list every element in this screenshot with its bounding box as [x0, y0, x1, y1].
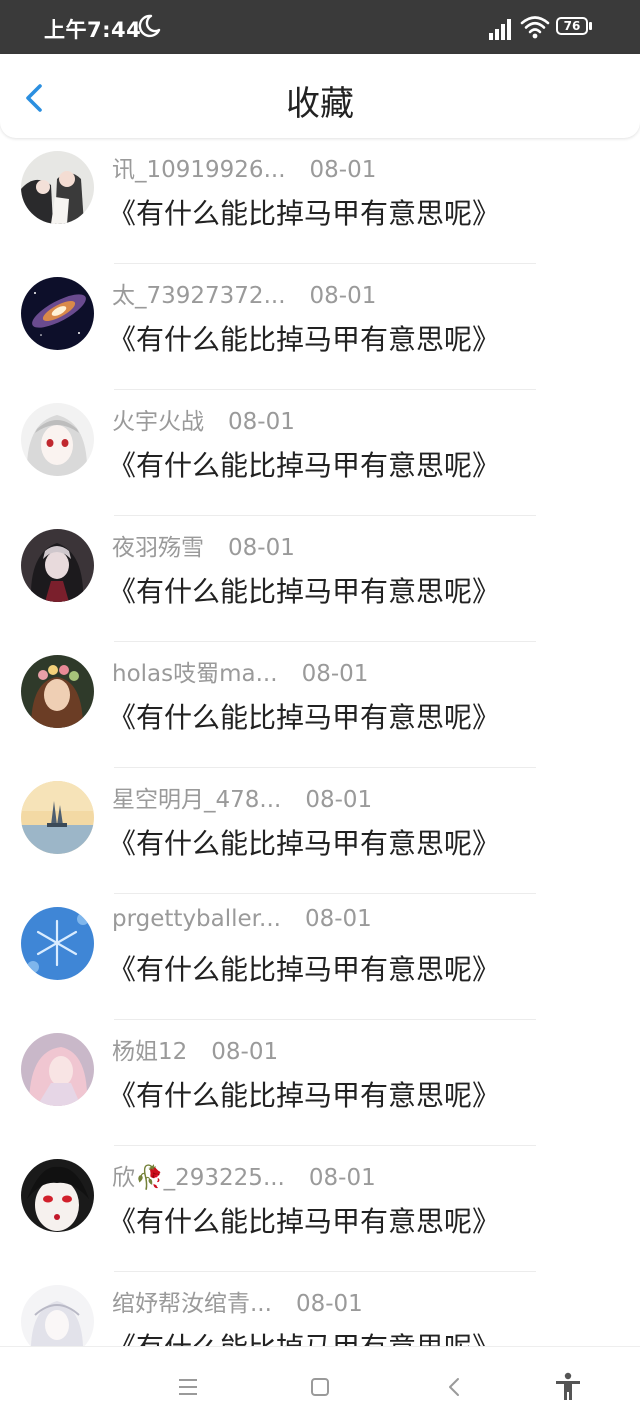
- item-date: 08-01: [308, 1165, 376, 1191]
- page-title: 收藏: [286, 84, 354, 124]
- list-item[interactable]: holas吱蜀ma... 08-01 《有什么能比掉马甲有意思呢》: [0, 642, 640, 768]
- item-meta: 夜羽殇雪 08-01: [112, 528, 295, 561]
- avatar[interactable]: [21, 1033, 94, 1106]
- list-item[interactable]: 太_73927372... 08-01 《有什么能比掉马甲有意思呢》: [0, 264, 640, 390]
- avatar-snowflake-icon: [21, 907, 94, 980]
- author-name: 讯_10919926...: [112, 157, 286, 183]
- avatar-two-girls-icon: [21, 151, 94, 224]
- item-meta: holas吱蜀ma... 08-01: [112, 654, 369, 687]
- item-title[interactable]: 《有什么能比掉马甲有意思呢》: [108, 1200, 500, 1240]
- item-title[interactable]: 《有什么能比掉马甲有意思呢》: [108, 444, 500, 484]
- moon-icon: [138, 14, 161, 38]
- avatar-anime-white-hair-icon: [21, 403, 94, 476]
- list-item[interactable]: 星空明月_478... 08-01 《有什么能比掉马甲有意思呢》: [0, 768, 640, 894]
- author-name: 星空明月_478...: [112, 787, 282, 813]
- item-meta: 太_73927372... 08-01: [112, 276, 377, 309]
- item-meta: prgettyballer... 08-01: [112, 906, 372, 938]
- avatar[interactable]: [21, 529, 94, 602]
- item-meta: 星空明月_478... 08-01: [112, 780, 373, 813]
- signal-icon: [489, 19, 511, 40]
- avatar[interactable]: [21, 781, 94, 854]
- item-date: 08-01: [295, 1291, 363, 1317]
- avatar-galaxy-icon: [21, 277, 94, 350]
- item-meta: 杨姐12 08-01: [112, 1032, 279, 1065]
- item-date: 08-01: [228, 535, 295, 561]
- back-nav-icon[interactable]: [436, 1369, 472, 1405]
- author-name: 杨姐12: [112, 1039, 188, 1065]
- item-meta: 绾妤帮汝绾青... 08-01: [112, 1284, 363, 1317]
- author-name: holas吱蜀ma...: [112, 661, 278, 687]
- item-title[interactable]: 《有什么能比掉马甲有意思呢》: [108, 570, 500, 610]
- item-title[interactable]: 《有什么能比掉马甲有意思呢》: [108, 192, 500, 232]
- avatar[interactable]: [21, 907, 94, 980]
- avatar-dark-anime-icon: [21, 529, 94, 602]
- item-date: 08-01: [309, 157, 377, 183]
- avatar[interactable]: [21, 655, 94, 728]
- list-item[interactable]: 欣🥀_293225... 08-01 《有什么能比掉马甲有意思呢》: [0, 1146, 640, 1272]
- battery-icon: 76: [556, 16, 592, 38]
- avatar-ship-sunset-icon: [21, 781, 94, 854]
- avatar[interactable]: [21, 277, 94, 350]
- list-item[interactable]: 杨姐12 08-01 《有什么能比掉马甲有意思呢》: [0, 1020, 640, 1146]
- author-name: 火宇火战: [112, 409, 204, 435]
- item-meta: 讯_10919926... 08-01: [112, 150, 377, 183]
- author-name: 欣🥀_293225...: [112, 1165, 285, 1191]
- author-name: prgettyballer...: [112, 906, 281, 932]
- item-date: 08-01: [211, 1039, 279, 1065]
- list-item[interactable]: 夜羽殇雪 08-01 《有什么能比掉马甲有意思呢》: [0, 516, 640, 642]
- accessibility-icon[interactable]: [550, 1369, 586, 1405]
- header: 收藏: [0, 54, 640, 138]
- author-name: 绾妤帮汝绾青...: [112, 1291, 272, 1317]
- avatar[interactable]: [21, 1159, 94, 1232]
- status-time: 上午7:44: [44, 18, 142, 42]
- avatar-flower-crown-icon: [21, 655, 94, 728]
- list-item[interactable]: 火宇火战 08-01 《有什么能比掉马甲有意思呢》: [0, 390, 640, 516]
- author-name: 夜羽殇雪: [112, 535, 204, 561]
- author-name: 太_73927372...: [112, 283, 286, 309]
- item-date: 08-01: [309, 283, 377, 309]
- item-date: 08-01: [228, 409, 295, 435]
- avatar[interactable]: [21, 151, 94, 224]
- system-nav-bar: [0, 1346, 640, 1423]
- list-item[interactable]: prgettyballer... 08-01 《有什么能比掉马甲有意思呢》: [0, 894, 640, 1020]
- status-bar: 上午7:44 76: [0, 0, 640, 54]
- item-meta: 欣🥀_293225... 08-01: [112, 1158, 376, 1191]
- favorites-list: 讯_10919926... 08-01 《有什么能比掉马甲有意思呢》 太_7392…: [0, 138, 640, 1346]
- wifi-icon: [520, 16, 550, 39]
- avatar-pink-anime-icon: [21, 1033, 94, 1106]
- item-title[interactable]: 《有什么能比掉马甲有意思呢》: [108, 822, 500, 862]
- item-date: 08-01: [304, 906, 372, 932]
- item-title[interactable]: 《有什么能比掉马甲有意思呢》: [108, 948, 500, 988]
- item-date: 08-01: [305, 787, 373, 813]
- list-item[interactable]: 讯_10919926... 08-01 《有什么能比掉马甲有意思呢》: [0, 138, 640, 264]
- avatar-white-sketch-icon: [21, 1285, 94, 1346]
- avatar[interactable]: [21, 1285, 94, 1346]
- item-title[interactable]: 《有什么能比掉马甲有意思呢》: [108, 1326, 500, 1346]
- item-date: 08-01: [301, 661, 369, 687]
- avatar[interactable]: [21, 403, 94, 476]
- menu-icon[interactable]: [170, 1369, 206, 1405]
- item-title[interactable]: 《有什么能比掉马甲有意思呢》: [108, 1074, 500, 1114]
- list-item[interactable]: 绾妤帮汝绾青... 08-01 《有什么能比掉马甲有意思呢》: [0, 1272, 640, 1346]
- avatar-red-eyes-icon: [21, 1159, 94, 1232]
- item-meta: 火宇火战 08-01: [112, 402, 295, 435]
- item-title[interactable]: 《有什么能比掉马甲有意思呢》: [108, 318, 500, 358]
- battery-level: 76: [556, 17, 588, 35]
- home-icon[interactable]: [302, 1369, 338, 1405]
- item-title[interactable]: 《有什么能比掉马甲有意思呢》: [108, 696, 500, 736]
